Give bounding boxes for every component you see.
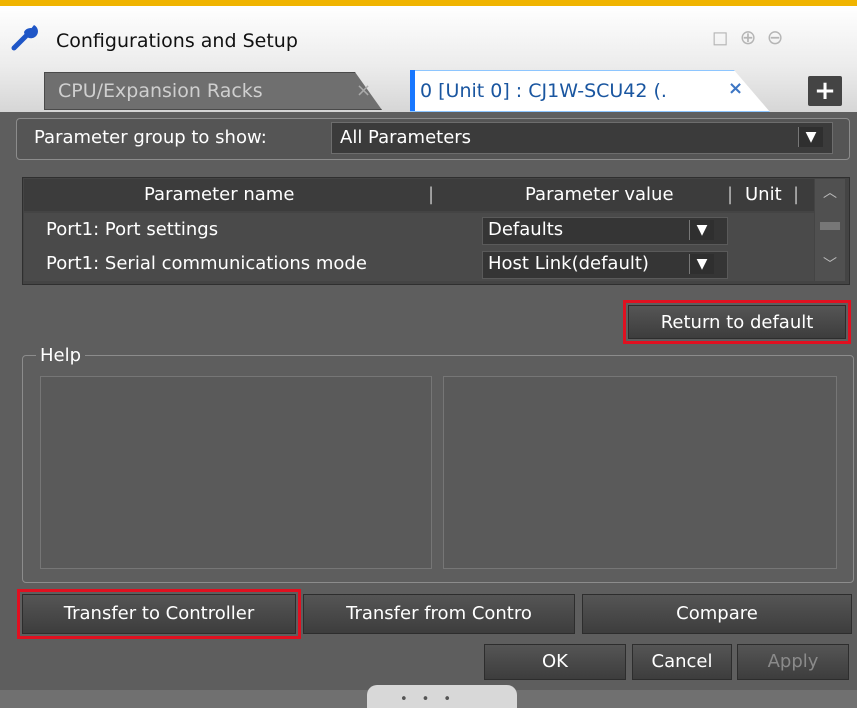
- table-header: [24, 179, 814, 211]
- parameter-group-value: All Parameters: [340, 127, 472, 148]
- tab-label: CPU/Expansion Racks: [58, 80, 263, 102]
- transfer-from-controller-button[interactable]: Transfer from Contro: [303, 594, 575, 634]
- row-parameter-value: Host Link(default): [488, 253, 649, 274]
- transfer-to-controller-button[interactable]: Transfer to Controller: [22, 594, 296, 634]
- row-parameter-name: Port1: Serial communications mode: [46, 253, 367, 274]
- close-icon[interactable]: ×: [356, 80, 371, 101]
- parameter-group-label: Parameter group to show:: [34, 127, 267, 148]
- column-divider: |: [428, 184, 435, 205]
- window-title: Configurations and Setup: [56, 30, 298, 52]
- dropdown-arrow-icon[interactable]: ▼: [689, 220, 714, 240]
- scroll-up-icon[interactable]: ︿: [818, 182, 842, 204]
- zoom-in-icon[interactable]: ⊕: [737, 26, 759, 48]
- add-tab-button[interactable]: +: [808, 76, 842, 106]
- grip-dots-icon: •••: [400, 692, 466, 707]
- scroll-thumb[interactable]: [820, 222, 840, 230]
- column-divider: |: [727, 184, 734, 205]
- return-to-default-button[interactable]: Return to default: [628, 305, 846, 339]
- tab-label: 0 [Unit 0] : CJ1W-SCU42 (.: [420, 80, 667, 102]
- zoom-out-icon[interactable]: ⊖: [764, 26, 786, 48]
- column-divider: |: [793, 184, 800, 205]
- column-header-unit: Unit: [745, 184, 782, 205]
- help-label: Help: [36, 345, 86, 366]
- dropdown-arrow-icon[interactable]: ▼: [689, 254, 714, 274]
- row-parameter-name: Port1: Port settings: [46, 219, 219, 240]
- scroll-down-icon[interactable]: ﹀: [818, 254, 842, 276]
- fit-window-icon[interactable]: ◻: [709, 26, 731, 48]
- active-tab-marker: [410, 70, 415, 111]
- compare-button[interactable]: Compare: [582, 594, 852, 634]
- ok-button[interactable]: OK: [484, 644, 626, 680]
- apply-button[interactable]: Apply: [737, 644, 849, 680]
- dropdown-arrow-icon[interactable]: ▼: [798, 127, 823, 147]
- column-header-name: Parameter name: [144, 184, 295, 205]
- close-icon[interactable]: ×: [728, 78, 743, 99]
- column-header-value: Parameter value: [525, 184, 674, 205]
- row-parameter-value: Defaults: [488, 219, 564, 240]
- help-pane-left: [40, 376, 432, 569]
- wrench-icon: [11, 25, 38, 51]
- help-pane-right: [443, 376, 837, 569]
- cancel-button[interactable]: Cancel: [632, 644, 732, 680]
